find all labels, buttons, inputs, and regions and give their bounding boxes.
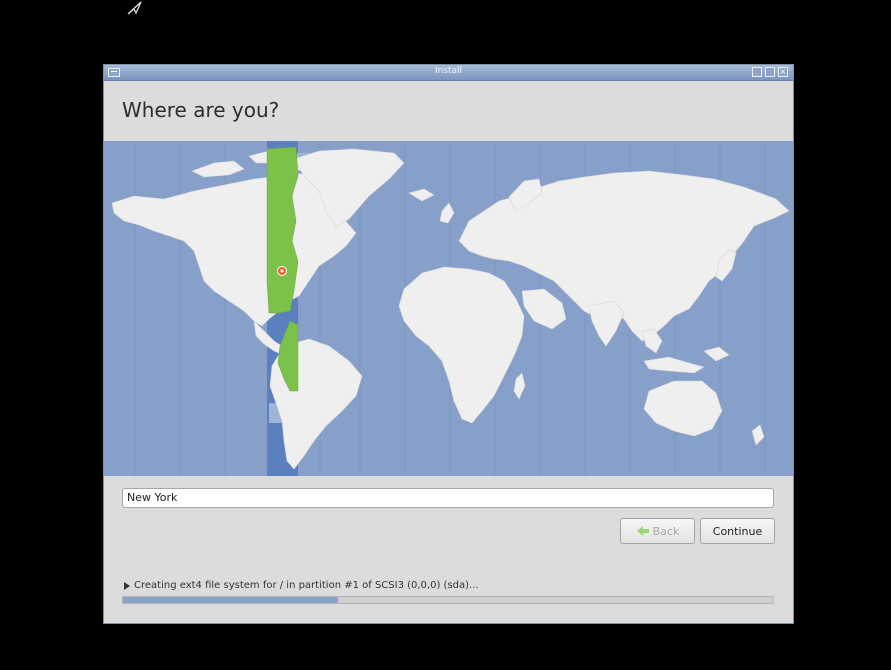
back-arrow-icon xyxy=(636,526,649,536)
close-icon[interactable]: × xyxy=(778,67,788,77)
british-isles xyxy=(439,202,455,224)
maximize-icon[interactable] xyxy=(765,67,775,77)
new-zealand xyxy=(751,424,765,446)
australia xyxy=(643,380,723,437)
triangle-right-icon[interactable] xyxy=(124,581,130,590)
status-line: Creating ext4 file system for / in parti… xyxy=(124,580,479,591)
southeast-asia xyxy=(641,328,663,354)
indonesia xyxy=(643,356,705,374)
progress-bar xyxy=(122,596,774,604)
world-map[interactable] xyxy=(104,141,793,476)
map-pin-icon[interactable] xyxy=(277,266,287,276)
minimize-icon[interactable] xyxy=(752,67,762,77)
back-label: Back xyxy=(652,524,680,538)
arabian-peninsula xyxy=(521,288,567,330)
back-button[interactable]: Back xyxy=(620,518,695,544)
india xyxy=(588,300,625,347)
status-text: Creating ext4 file system for / in parti… xyxy=(134,580,479,591)
iceland xyxy=(408,188,435,202)
timezone-map[interactable] xyxy=(104,141,793,476)
madagascar xyxy=(513,372,526,400)
arctic-islands xyxy=(191,160,245,178)
location-input[interactable]: New York xyxy=(122,488,774,508)
africa xyxy=(398,266,525,424)
title-bar[interactable]: Install × xyxy=(104,65,793,81)
installer-window: Install × Where are you? New York Back C… xyxy=(103,64,794,624)
page-title: Where are you? xyxy=(122,98,280,122)
mouse-pointer-icon xyxy=(127,1,142,15)
continue-button[interactable]: Continue xyxy=(700,518,775,544)
progress-fill xyxy=(123,597,338,603)
window-title: Install xyxy=(434,66,463,76)
